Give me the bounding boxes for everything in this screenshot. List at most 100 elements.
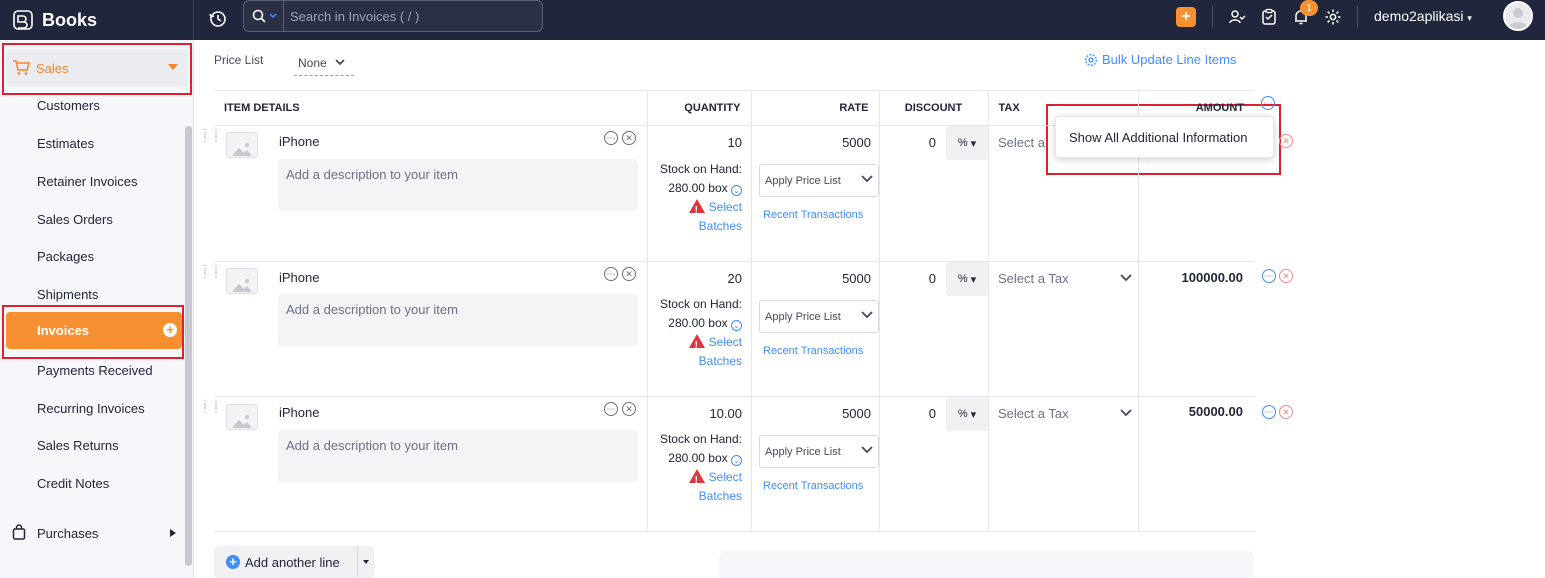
- apply-price-list-label: Apply Price List: [765, 310, 841, 323]
- stock-details-icon[interactable]: ⌄: [731, 320, 742, 331]
- sidebar-item-payments-received[interactable]: Payments Received: [37, 363, 153, 378]
- quick-create-button[interactable]: +: [1176, 7, 1196, 27]
- remove-row-icon[interactable]: ✕: [1279, 134, 1293, 148]
- item-image-placeholder-icon[interactable]: [226, 268, 258, 294]
- stock-on-hand: Stock on Hand: 280.00 box ⌄ Select Batch…: [652, 295, 742, 371]
- discount-input[interactable]: 0: [916, 135, 936, 150]
- chevron-down-icon: [861, 175, 873, 183]
- bulk-update-line-items-link[interactable]: Bulk Update Line Items: [1084, 52, 1236, 67]
- add-another-line-button[interactable]: + Add another line: [214, 546, 374, 578]
- item-name[interactable]: iPhone: [279, 270, 319, 285]
- recent-transactions-link[interactable]: Recent Transactions: [763, 209, 863, 221]
- show-all-additional-information-option[interactable]: Show All Additional Information: [1055, 116, 1274, 158]
- remove-row-icon[interactable]: ✕: [1279, 269, 1293, 283]
- rate-input[interactable]: 5000: [811, 271, 871, 286]
- stock-details-icon[interactable]: ⌄: [731, 185, 742, 196]
- totals-panel: [719, 551, 1254, 578]
- header-rate: RATE: [750, 90, 879, 126]
- discount-unit-dropdown[interactable]: % ▾: [946, 397, 988, 431]
- brand[interactable]: Books: [0, 0, 194, 40]
- select-batches-link[interactable]: Select Batches: [699, 200, 742, 233]
- tasks-icon[interactable]: [1258, 6, 1280, 28]
- recent-history-icon[interactable]: [205, 6, 231, 32]
- apply-price-list-dropdown[interactable]: Apply Price List: [759, 435, 879, 468]
- sidebar-item-retainer-invoices[interactable]: Retainer Invoices: [37, 174, 137, 189]
- item-description-input[interactable]: Add a description to your item: [278, 294, 638, 346]
- new-invoice-plus-icon[interactable]: +: [163, 323, 177, 337]
- discount-input[interactable]: 0: [916, 406, 936, 421]
- drag-handle-icon[interactable]: ⋮⋮ ⋮⋮: [200, 400, 222, 415]
- amount-value: 100000.00: [1181, 270, 1243, 285]
- sidebar-item-invoices[interactable]: Invoices +: [6, 312, 182, 349]
- sidebar-item-customers[interactable]: Customers: [37, 98, 100, 113]
- quantity-input[interactable]: 20: [662, 271, 742, 286]
- header-item-details: ITEM DETAILS: [214, 90, 647, 126]
- bulk-update-label: Bulk Update Line Items: [1102, 52, 1237, 67]
- stock-label: Stock on Hand:: [659, 297, 742, 311]
- price-list-dropdown[interactable]: None: [294, 50, 354, 76]
- item-name[interactable]: iPhone: [279, 405, 319, 420]
- quantity-input[interactable]: 10: [662, 135, 742, 150]
- remove-row-icon[interactable]: ✕: [1279, 405, 1293, 419]
- warning-icon: [688, 469, 705, 490]
- sidebar-section-purchases[interactable]: Purchases: [8, 524, 180, 544]
- drag-handle-icon[interactable]: ⋮⋮ ⋮⋮: [200, 129, 222, 144]
- rate-input[interactable]: 5000: [811, 135, 871, 150]
- sidebar-item-recurring-invoices[interactable]: Recurring Invoices: [37, 401, 145, 416]
- item-name[interactable]: iPhone: [279, 134, 319, 149]
- settings-gear-icon[interactable]: [1322, 6, 1344, 28]
- item-image-placeholder-icon[interactable]: [226, 404, 258, 430]
- sidebar-item-estimates[interactable]: Estimates: [37, 136, 94, 151]
- item-more-options-icon[interactable]: ⋯: [604, 131, 618, 145]
- tax-dropdown[interactable]: Select a Tax: [998, 406, 1132, 421]
- add-circle-icon: +: [226, 555, 240, 569]
- organization-switcher[interactable]: demo2aplikasi ▾: [1374, 8, 1472, 24]
- sidebar-item-sales-orders[interactable]: Sales Orders: [37, 212, 113, 227]
- shopping-bag-icon: [12, 524, 26, 540]
- item-more-options-icon[interactable]: ⋯: [604, 267, 618, 281]
- add-line-label: Add another line: [245, 554, 340, 570]
- row-more-options-icon[interactable]: ⋯: [1262, 269, 1276, 283]
- item-clear-icon[interactable]: ✕: [622, 267, 636, 281]
- search-scope-dropdown[interactable]: [244, 1, 284, 31]
- item-image-placeholder-icon[interactable]: [226, 132, 258, 158]
- item-more-options-icon[interactable]: ⋯: [604, 402, 618, 416]
- search-input[interactable]: [284, 8, 524, 24]
- select-batches-link[interactable]: Select Batches: [699, 470, 742, 503]
- item-description-input[interactable]: Add a description to your item: [278, 159, 638, 211]
- recent-transactions-link[interactable]: Recent Transactions: [763, 345, 863, 357]
- apply-price-list-dropdown[interactable]: Apply Price List: [759, 300, 879, 333]
- sidebar-scrollbar[interactable]: [185, 126, 192, 566]
- discount-input[interactable]: 0: [916, 271, 936, 286]
- refer-users-icon[interactable]: [1226, 6, 1248, 28]
- sidebar-item-shipments[interactable]: Shipments: [37, 287, 98, 302]
- select-batches-link[interactable]: Select Batches: [699, 335, 742, 368]
- recent-transactions-link[interactable]: Recent Transactions: [763, 480, 863, 492]
- caret-down-icon: [168, 64, 178, 70]
- search-icon: [252, 9, 266, 23]
- price-list-value: None: [298, 55, 327, 70]
- sidebar-item-sales-returns[interactable]: Sales Returns: [37, 438, 119, 453]
- tax-dropdown[interactable]: Select a Tax: [998, 271, 1132, 286]
- add-line-options-dropdown[interactable]: [357, 546, 374, 578]
- tax-placeholder: Select a Tax: [998, 406, 1069, 421]
- item-clear-icon[interactable]: ✕: [622, 131, 636, 145]
- toolbar-divider: [1357, 6, 1358, 28]
- apply-price-list-dropdown[interactable]: Apply Price List: [759, 164, 879, 197]
- drag-handle-icon[interactable]: ⋮⋮ ⋮⋮: [200, 265, 222, 280]
- sidebar-item-credit-notes[interactable]: Credit Notes: [37, 476, 109, 491]
- item-clear-icon[interactable]: ✕: [622, 402, 636, 416]
- discount-unit-dropdown[interactable]: % ▾: [946, 262, 988, 296]
- row-more-options-icon[interactable]: ⋯: [1262, 405, 1276, 419]
- sidebar-section-sales[interactable]: Sales: [6, 49, 188, 87]
- table-options-icon[interactable]: ⋯: [1261, 96, 1275, 110]
- item-description-input[interactable]: Add a description to your item: [278, 430, 638, 482]
- quantity-input[interactable]: 10.00: [662, 406, 742, 421]
- stock-details-icon[interactable]: ⌄: [731, 455, 742, 466]
- app-name: Books: [42, 9, 98, 30]
- rate-input[interactable]: 5000: [811, 406, 871, 421]
- sidebar-item-packages[interactable]: Packages: [37, 249, 94, 264]
- user-avatar[interactable]: [1503, 1, 1533, 31]
- search-box: [243, 0, 543, 32]
- discount-unit-dropdown[interactable]: % ▾: [946, 126, 988, 160]
